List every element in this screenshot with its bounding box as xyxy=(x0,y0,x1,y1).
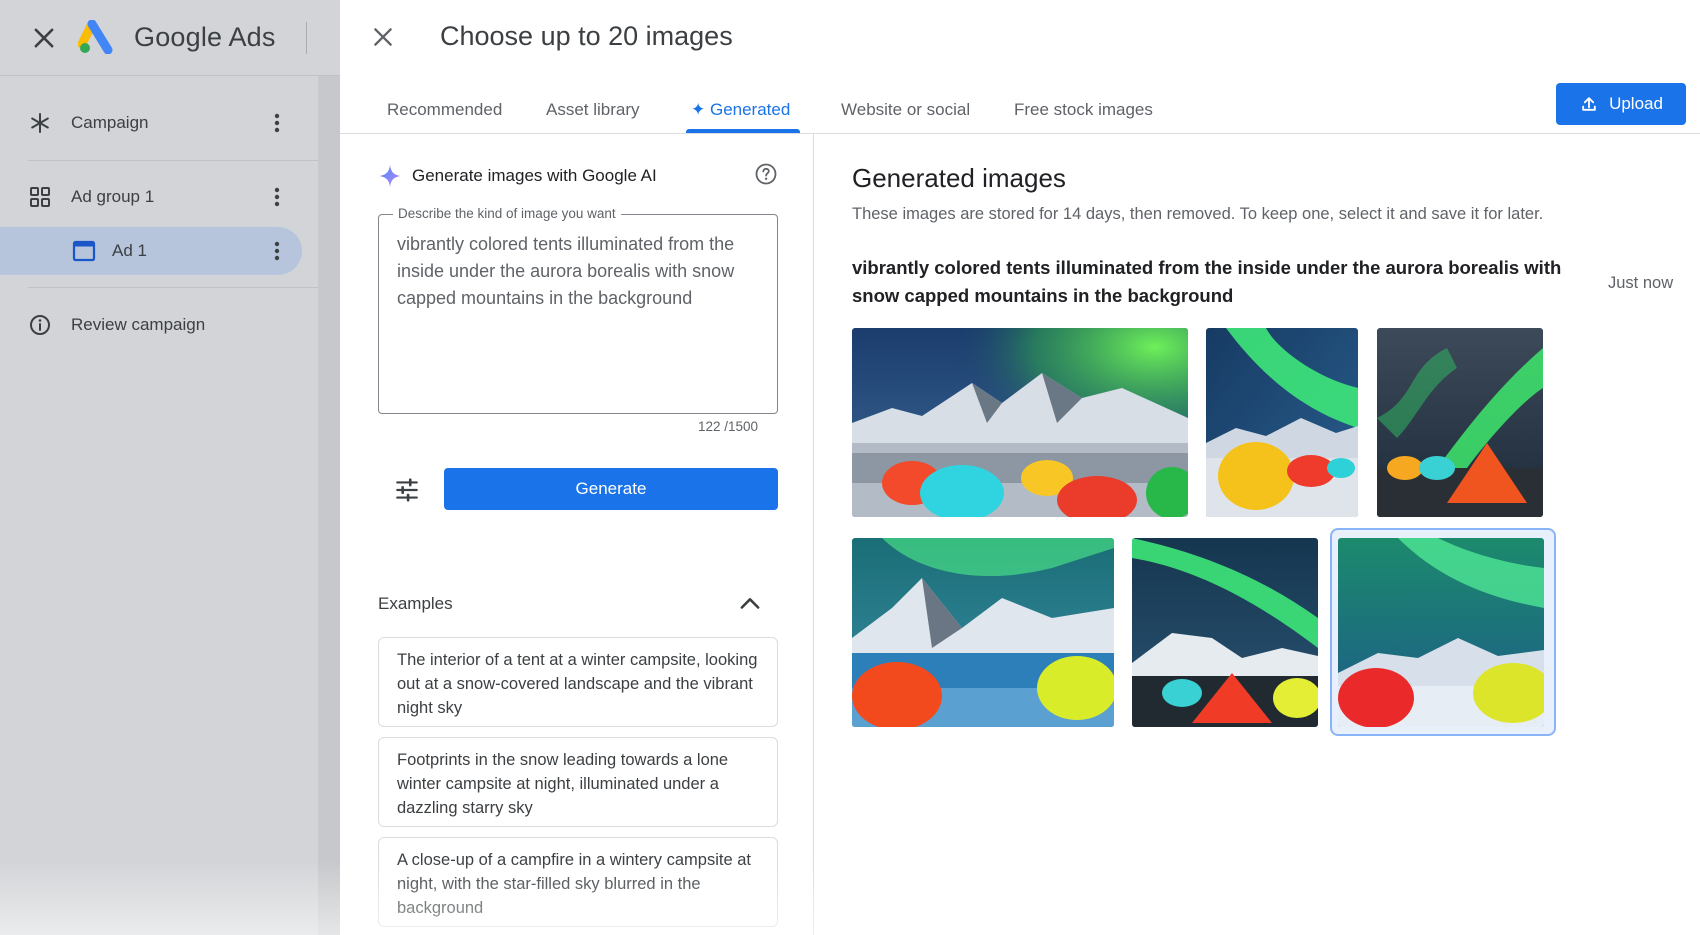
more-vert-icon[interactable] xyxy=(270,239,284,263)
results-timestamp: Just now xyxy=(1608,274,1674,292)
nav-divider xyxy=(28,160,318,161)
nav-item-ad-group[interactable]: Ad group 1 xyxy=(0,173,318,221)
nav-item-label: Ad group 1 xyxy=(71,187,155,206)
nav-item-review-campaign[interactable]: Review campaign xyxy=(0,301,318,349)
nav-divider xyxy=(28,287,318,288)
tab-generated[interactable]: ✦ Generated xyxy=(691,100,790,120)
ad-window-icon xyxy=(72,240,96,262)
nav-header: Google Ads xyxy=(0,0,340,76)
tab-bar: Recommended Asset library ✦ Generated We… xyxy=(340,84,1700,134)
results-prompt: vibrantly colored tents illuminated from… xyxy=(852,257,1562,306)
header-divider xyxy=(306,22,307,54)
generator-heading: Generate images with Google AI xyxy=(412,166,657,185)
nav-item-label: Campaign xyxy=(71,113,149,132)
grid-icon xyxy=(30,187,50,207)
more-vert-icon[interactable] xyxy=(270,185,284,209)
help-icon[interactable] xyxy=(754,162,778,186)
example-prompt[interactable]: A close-up of a campfire in a wintery ca… xyxy=(378,837,778,927)
tab-website-or-social[interactable]: Website or social xyxy=(841,100,970,120)
tab-recommended[interactable]: Recommended xyxy=(387,100,502,120)
tab-free-stock-images[interactable]: Free stock images xyxy=(1014,100,1153,120)
sparkle-icon xyxy=(379,165,401,187)
close-icon[interactable] xyxy=(30,24,58,52)
image-picker-dialog: Choose up to 20 images Recommended Asset… xyxy=(340,0,1700,935)
prompt-label: Describe the kind of image you want xyxy=(393,206,621,221)
prompt-textarea[interactable]: Describe the kind of image you want vibr… xyxy=(378,206,778,414)
info-icon xyxy=(30,315,50,335)
tune-settings-icon[interactable] xyxy=(394,477,420,503)
generated-image[interactable] xyxy=(852,538,1114,727)
asterisk-icon xyxy=(31,113,49,133)
nav-item-ad-1[interactable]: Ad 1 xyxy=(0,227,302,275)
example-prompt[interactable]: Footprints in the snow leading towards a… xyxy=(378,737,778,827)
generator-header: Generate images with Google AI xyxy=(378,163,778,189)
generated-image[interactable] xyxy=(1132,538,1318,727)
nav-item-label: Ad 1 xyxy=(112,241,147,260)
active-tab-indicator xyxy=(686,129,800,133)
generated-image[interactable] xyxy=(1377,328,1543,517)
generated-image-selected[interactable] xyxy=(1338,538,1544,727)
generated-image[interactable] xyxy=(852,328,1188,517)
examples-label: Examples xyxy=(378,594,453,613)
upload-button[interactable]: Upload xyxy=(1556,83,1686,125)
results-title: Generated images xyxy=(852,163,1066,193)
example-prompt[interactable]: The interior of a tent at a winter camps… xyxy=(378,637,778,727)
character-counter: 122 /1500 xyxy=(697,419,758,434)
prompt-value: vibrantly colored tents illuminated from… xyxy=(397,234,735,308)
close-icon[interactable] xyxy=(370,24,396,50)
upload-label: Upload xyxy=(1609,94,1663,113)
results-subtitle: These images are stored for 14 days, the… xyxy=(852,205,1544,223)
side-nav: Google Ads Campaign Ad group 1 Ad 1 Revi… xyxy=(0,0,340,935)
more-vert-icon[interactable] xyxy=(270,111,284,135)
panel-divider xyxy=(813,134,814,935)
app-name: Google Ads xyxy=(134,22,276,52)
nav-scrollbar[interactable] xyxy=(318,76,340,935)
dialog-title: Choose up to 20 images xyxy=(440,21,733,51)
generated-image[interactable] xyxy=(1206,328,1358,517)
generate-button[interactable]: Generate xyxy=(444,468,778,510)
upload-icon xyxy=(1582,97,1596,111)
google-ads-logo-icon xyxy=(78,20,113,54)
chevron-up-icon[interactable] xyxy=(736,590,764,618)
nav-item-label: Review campaign xyxy=(71,315,206,334)
nav-item-campaign[interactable]: Campaign xyxy=(0,99,318,147)
tab-asset-library[interactable]: Asset library xyxy=(546,100,640,120)
